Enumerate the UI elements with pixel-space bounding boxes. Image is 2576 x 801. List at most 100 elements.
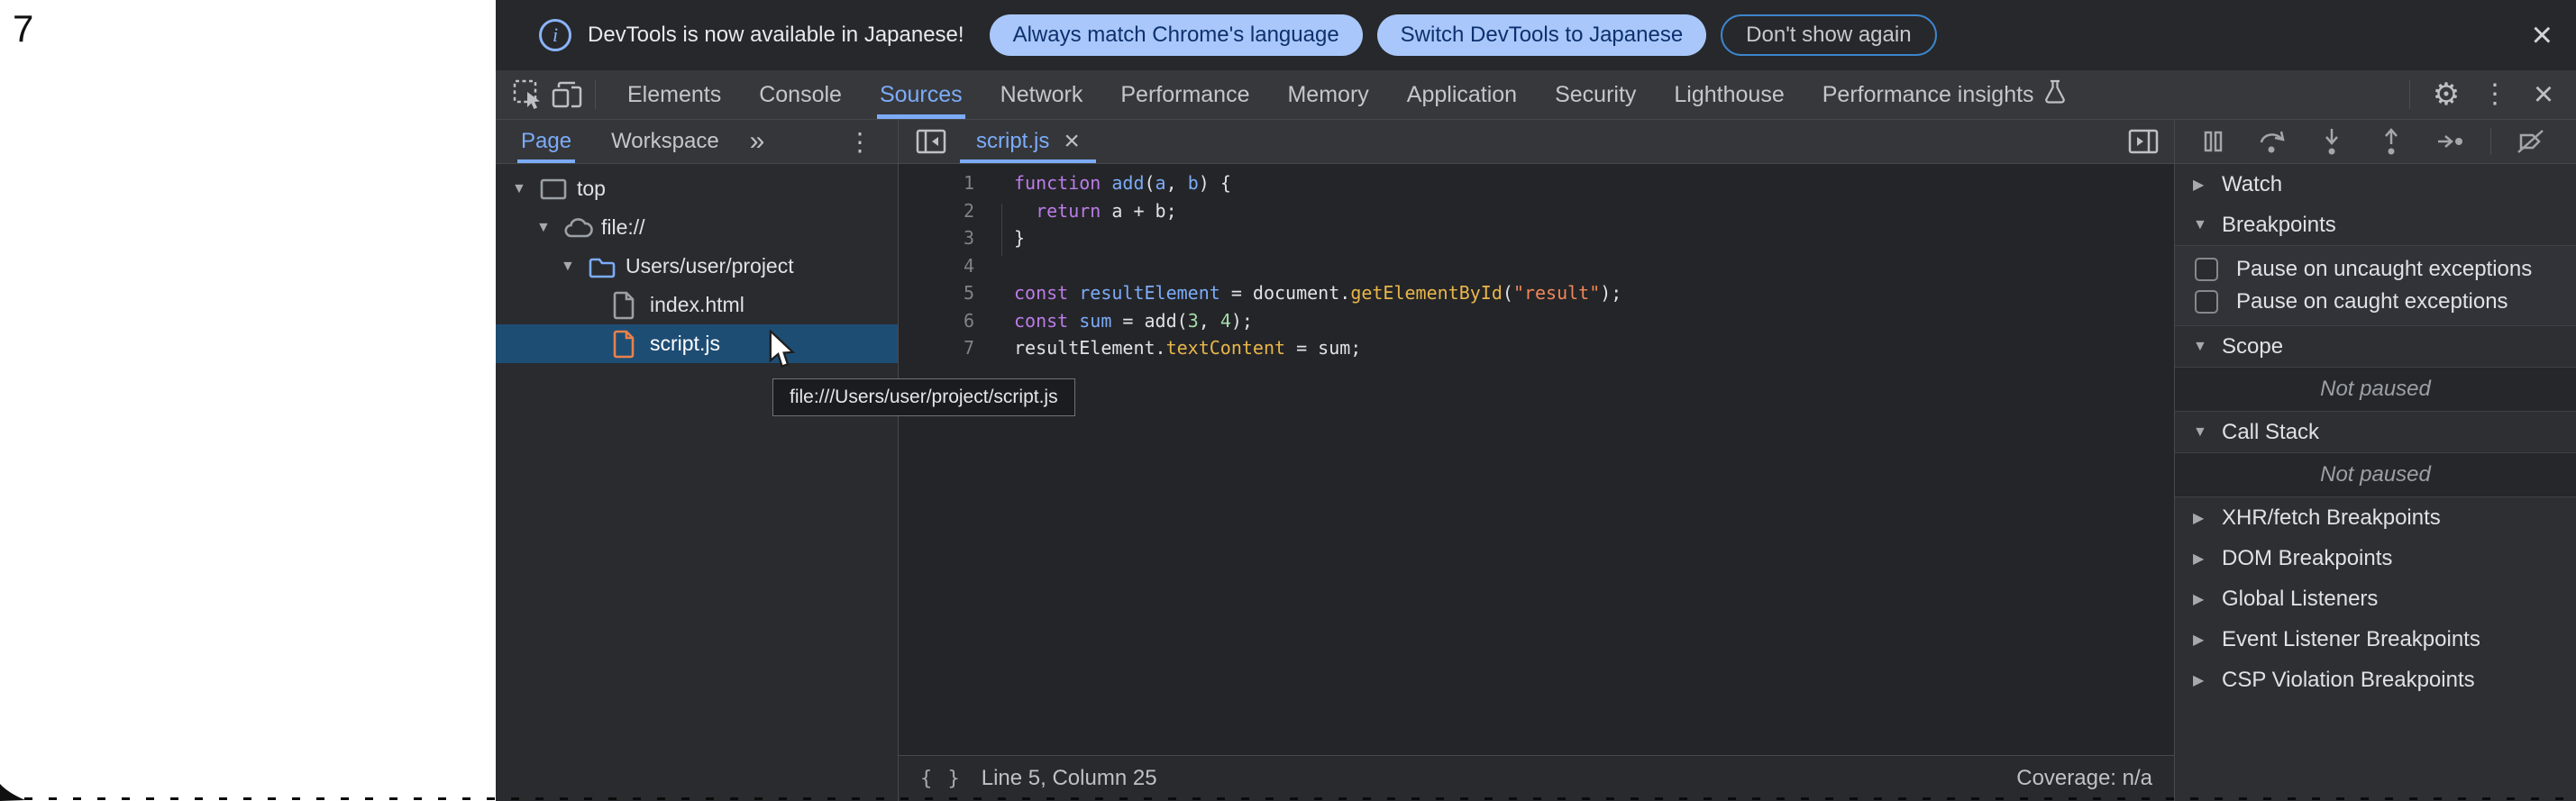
code-line: 2 return a + b; [899, 197, 2174, 225]
section-header-scope[interactable]: ▼Scope [2175, 326, 2576, 367]
banner-button-don-t-show-again[interactable]: Don't show again [1721, 14, 1936, 56]
checkbox-label: Pause on caught exceptions [2236, 289, 2508, 314]
devtools-close-icon[interactable]: × [2524, 75, 2563, 114]
hide-debugger-icon[interactable] [2124, 122, 2163, 161]
tab-lighthouse[interactable]: Lighthouse [1655, 70, 1803, 119]
flask-icon [2043, 79, 2067, 111]
section-label: DOM Breakpoints [2222, 546, 2392, 571]
page-number-label: 7 [13, 7, 33, 50]
device-toolbar-icon[interactable] [548, 75, 588, 114]
code-line: 1function add(a, b) { [899, 169, 2174, 197]
deactivate-breakpoints-icon[interactable] [2511, 122, 2551, 161]
navigator-menu-icon[interactable]: ⋮ [840, 122, 880, 161]
main-tabs: ElementsConsoleSourcesNetworkPerformance… [608, 70, 2086, 119]
tree-item-label: index.html [650, 293, 744, 317]
collapsed-arrow-icon: ▶ [2193, 176, 2222, 194]
tab-performance-insights[interactable]: Performance insights [1804, 70, 2086, 119]
inspect-element-icon[interactable] [508, 75, 548, 114]
file-tab-scriptjs[interactable]: script.js × [956, 120, 1100, 163]
devtools-tabbar: ElementsConsoleSourcesNetworkPerformance… [496, 70, 2576, 120]
tab-application[interactable]: Application [1388, 70, 1536, 119]
hide-navigator-icon[interactable] [911, 122, 951, 161]
tab-network[interactable]: Network [982, 70, 1102, 119]
expanded-arrow-icon: ▼ [2193, 217, 2222, 233]
debugger-sections: ▶Watch▼Breakpoints Pause on uncaught exce… [2175, 164, 2576, 700]
language-banner: i DevTools is now available in Japanese!… [496, 0, 2576, 70]
indent-guide [1001, 204, 1002, 256]
checkbox-row-pause-on-uncaught-exceptions[interactable]: Pause on uncaught exceptions [2175, 253, 2576, 286]
tree-item-script-js[interactable]: script.js [496, 324, 898, 363]
section-label: Scope [2222, 334, 2283, 360]
expanded-arrow-icon[interactable]: ▼ [512, 181, 539, 197]
file-js-icon [612, 330, 648, 359]
coverage-status: Coverage: n/a [2016, 766, 2152, 791]
banner-close-icon[interactable]: × [2532, 17, 2553, 53]
section-header-breakpoints[interactable]: ▼Breakpoints [2175, 205, 2576, 245]
section-header-event-listener-breakpoints[interactable]: ▶Event Listener Breakpoints [2175, 619, 2576, 660]
not-paused-status: Not paused [2175, 367, 2576, 412]
step-icon[interactable] [2431, 122, 2471, 161]
section-header-global-listeners[interactable]: ▶Global Listeners [2175, 578, 2576, 619]
tree-item-top[interactable]: ▼top [496, 169, 898, 208]
step-over-icon[interactable] [2252, 122, 2292, 161]
navigator-tab-page[interactable]: Page [521, 120, 571, 163]
checkbox-unchecked[interactable] [2195, 258, 2218, 281]
more-tabs-icon[interactable]: » [750, 126, 765, 157]
navigator-toolbar: Page Workspace » ⋮ [496, 120, 898, 164]
code-text: resultElement.textContent = sum; [996, 334, 1361, 362]
tab-console[interactable]: Console [740, 70, 861, 119]
file-path-tooltip: file:///Users/user/project/script.js [772, 378, 1075, 416]
tree-item-index-html[interactable]: index.html [496, 286, 898, 324]
code-editor[interactable]: 1function add(a, b) {2 return a + b;3}45… [899, 164, 2174, 755]
tab-performance[interactable]: Performance [1101, 70, 1268, 119]
expanded-arrow-icon[interactable]: ▼ [561, 259, 588, 275]
tab-elements[interactable]: Elements [608, 70, 740, 119]
checkbox-unchecked[interactable] [2195, 290, 2218, 314]
tabbar-right-controls: ⚙ ⋮ × [2402, 75, 2563, 114]
line-number: 6 [899, 307, 996, 335]
sources-panel: PageWorkspace » ⋮ ▼top▼file://▼Users/use… [496, 120, 2576, 801]
section-header-call-stack[interactable]: ▼Call Stack [2175, 412, 2576, 452]
navigator-tab-workspace[interactable]: Workspace [611, 120, 719, 163]
banner-message: DevTools is now available in Japanese! [588, 23, 964, 48]
tree-item-file-[interactable]: ▼ file:// [496, 208, 898, 247]
banner-button-switch-devtools-to-japanese[interactable]: Switch DevTools to Japanese [1377, 14, 1707, 56]
expanded-arrow-icon[interactable]: ▼ [536, 220, 563, 236]
tab-security[interactable]: Security [1536, 70, 1655, 119]
settings-gear-icon[interactable]: ⚙ [2426, 75, 2466, 114]
section-header-xhr-fetch-breakpoints[interactable]: ▶XHR/fetch Breakpoints [2175, 497, 2576, 538]
step-out-icon[interactable] [2371, 122, 2411, 161]
pretty-print-icon[interactable]: { } [920, 768, 962, 790]
section-header-dom-breakpoints[interactable]: ▶DOM Breakpoints [2175, 538, 2576, 578]
cursor-position: Line 5, Column 25 [982, 766, 1157, 791]
checkbox-row-pause-on-caught-exceptions[interactable]: Pause on caught exceptions [2175, 286, 2576, 318]
tree-item-label: file:// [601, 215, 645, 240]
code-line: 7resultElement.textContent = sum; [899, 334, 2174, 362]
tab-label: Performance insights [1822, 82, 2034, 108]
code-line: 4 [899, 252, 2174, 280]
code-line: 6const sum = add(3, 4); [899, 307, 2174, 335]
collapsed-arrow-icon: ▶ [2193, 631, 2222, 649]
line-number: 1 [899, 169, 996, 197]
cloud-icon [563, 215, 599, 241]
pause-script-icon[interactable] [2193, 122, 2233, 161]
section-header-watch[interactable]: ▶Watch [2175, 164, 2576, 205]
step-into-icon[interactable] [2312, 122, 2352, 161]
section-label: CSP Violation Breakpoints [2222, 668, 2475, 693]
tab-memory[interactable]: Memory [1268, 70, 1387, 119]
not-paused-status: Not paused [2175, 452, 2576, 497]
editor-statusbar: { } Line 5, Column 25 Coverage: n/a [899, 755, 2174, 801]
tab-sources[interactable]: Sources [861, 70, 982, 119]
toolbar-divider [2490, 128, 2491, 155]
section-header-csp-violation-breakpoints[interactable]: ▶CSP Violation Breakpoints [2175, 660, 2576, 700]
banner-button-always-match-chrome-s-language[interactable]: Always match Chrome's language [990, 14, 1363, 56]
code-line: 5const resultElement = document.getEleme… [899, 279, 2174, 307]
code-lines: 1function add(a, b) {2 return a + b;3}45… [899, 169, 2174, 362]
tab-label: Elements [627, 82, 721, 108]
file-tab-close-icon[interactable]: × [1064, 128, 1080, 155]
kebab-menu-icon[interactable]: ⋮ [2475, 75, 2515, 114]
line-number: 3 [899, 224, 996, 252]
tree-item-users-user-project[interactable]: ▼Users/user/project [496, 247, 898, 286]
screenshot-canvas: 7 i DevTools is now available in Japanes… [0, 0, 2576, 801]
section-label: Global Listeners [2222, 587, 2378, 612]
